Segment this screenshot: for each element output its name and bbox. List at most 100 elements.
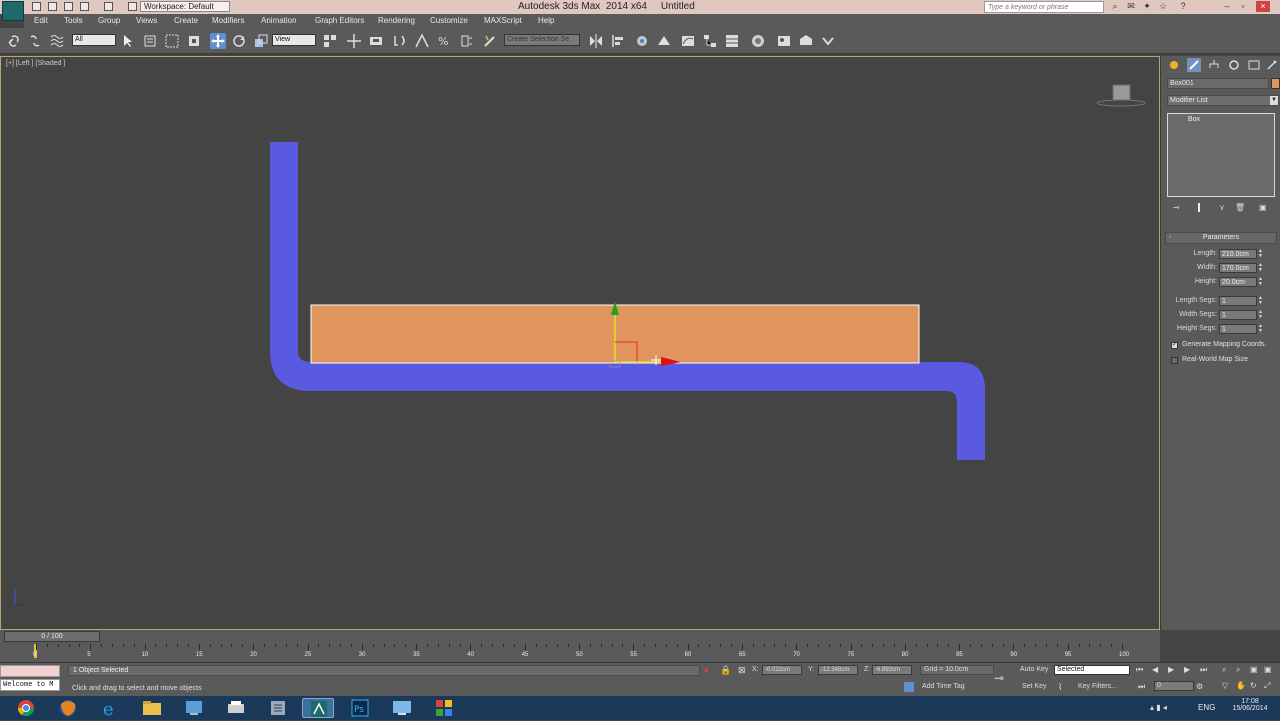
notification-icons[interactable]: ▴ ▮ ◂ [1150,703,1167,712]
object-color-swatch[interactable] [1271,78,1280,89]
printer-icon[interactable] [220,698,252,718]
move-icon[interactable] [210,33,226,49]
manipulate-icon[interactable] [346,33,362,49]
length-segs-spinner-arrows[interactable]: ▲ ▼ [1258,296,1263,306]
menu-animation[interactable]: Animation [261,16,297,25]
create-tab-icon[interactable] [1167,58,1181,72]
time-slider[interactable]: 0 / 100 [0,630,1160,644]
network-icon[interactable] [178,698,210,718]
project-folder-icon[interactable] [128,2,137,11]
zoom-icon[interactable]: ⌕ [1222,665,1226,675]
modifier-stack-item-box[interactable]: Box [1168,114,1274,123]
edit-named-selection-icon[interactable] [482,33,498,49]
height-spinner[interactable]: 20.0cm [1219,277,1257,287]
configure-modifier-sets-icon[interactable]: ▣ [1259,203,1267,212]
close-icon[interactable]: × [1256,1,1270,12]
menu-tools[interactable]: Tools [64,16,83,25]
schematic-view-icon[interactable] [702,33,718,49]
angle-snap-icon[interactable] [414,33,430,49]
add-time-tag[interactable]: Add Time Tag [922,683,965,690]
next-frame-icon[interactable]: ▶ [1184,665,1190,674]
zoom-all-icon[interactable]: ⌕ [1236,665,1240,675]
width-spinner-arrows[interactable]: ▲ ▼ [1258,263,1263,273]
selection-filter-dropdown[interactable]: All [72,34,116,46]
key-filters-button[interactable]: Key Filters... [1078,683,1117,690]
previous-frame-icon[interactable]: ◀ [1152,665,1158,674]
hierarchy-tab-icon[interactable] [1207,58,1221,72]
help-icon[interactable]: ? [1176,1,1190,12]
menu-graph-editors[interactable]: Graph Editors [315,16,364,25]
curve-editor-icon[interactable] [680,33,696,49]
time-configuration-icon[interactable]: ⚙ [1196,682,1203,691]
modifier-list-dropdown[interactable]: Modifier List ▼ [1167,95,1279,106]
language-indicator[interactable]: ENG [1198,703,1215,712]
rotate-icon[interactable] [231,33,247,49]
render-iterative-icon[interactable] [820,33,836,49]
layer-manager-icon[interactable] [634,33,650,49]
link-icon[interactable] [6,33,22,49]
zoom-extents-all-icon[interactable]: ▣ [1264,665,1272,674]
percent-snap-icon[interactable]: % [436,33,452,49]
unlink-icon[interactable] [27,33,43,49]
make-unique-icon[interactable]: ⋎ [1219,203,1225,212]
menu-maxscript[interactable]: MAXScript [484,16,522,25]
bind-space-warp-icon[interactable] [49,33,65,49]
menu-rendering[interactable]: Rendering [378,16,415,25]
select-by-name-icon[interactable] [142,33,158,49]
modify-tab-icon[interactable] [1187,58,1201,72]
length-spinner-arrows[interactable]: ▲ ▼ [1258,249,1263,259]
maximize-viewport-icon[interactable]: ⤢ [1264,681,1270,691]
reference-coordinate-dropdown[interactable]: View [272,34,316,46]
x-coordinate-field[interactable]: -0.022cm [762,665,802,675]
pan-icon[interactable]: ✋ [1236,681,1246,690]
new-file-icon[interactable] [32,2,41,11]
search-input[interactable]: Type a keyword or phrase [984,1,1104,13]
pin-stack-icon[interactable]: ⊸ [1173,203,1180,212]
named-selection-dropdown[interactable]: Create Selection Se [504,34,580,46]
object-name-field[interactable]: Box001 [1167,78,1269,89]
select-object-icon[interactable] [120,33,136,49]
3ds-max-icon[interactable] [302,698,334,718]
render-production-icon[interactable] [798,33,814,49]
generate-mapping-checkbox[interactable]: ✓ [1171,342,1178,349]
graphite-tools-icon[interactable] [656,33,672,49]
height-segs-spinner-arrows[interactable]: ▲ ▼ [1258,324,1263,334]
rendered-frame-icon[interactable] [776,33,792,49]
save-file-icon[interactable] [64,2,73,11]
redo-icon[interactable] [104,2,113,11]
spinner-snap-icon[interactable] [458,33,474,49]
key-icon[interactable]: ⌇ [1058,682,1062,693]
field-of-view-icon[interactable]: ▽ [1222,681,1228,690]
clock[interactable]: 17:08 15/06/2014 [1230,698,1270,712]
material-editor-icon[interactable] [724,33,740,49]
orbit-icon[interactable]: ↻ [1250,681,1257,690]
app-grid-icon[interactable] [428,698,460,718]
width-segs-spinner[interactable]: 1 [1219,310,1257,320]
utilities-tab-icon[interactable] [1265,58,1279,72]
tube-object[interactable] [270,142,985,460]
scale-icon[interactable] [253,33,269,49]
set-key-icon[interactable]: ⊸ [994,671,1004,685]
menu-help[interactable]: Help [538,16,554,25]
control-panel-icon[interactable] [262,698,294,718]
subscription-icon[interactable]: ✉ [1124,1,1138,12]
maximize-icon[interactable]: ▫ [1236,1,1250,12]
favorites-icon[interactable]: ☆ [1156,1,1170,12]
maxscript-listener-top[interactable] [0,665,60,677]
track-bar[interactable]: 0 5 10 15 20 25 30 35 40 45 50 55 60 65 70 75 80 85 90 95 10… [0,644,1160,662]
app-logo-icon[interactable] [2,1,24,21]
snaps-toggle-icon[interactable] [392,33,408,49]
y-coordinate-field[interactable]: -12.348cm [818,665,858,675]
keyboard-shortcut-icon[interactable] [368,33,384,49]
remote-desktop-icon[interactable] [386,698,418,718]
modifier-stack[interactable]: Box [1167,113,1275,197]
menu-views[interactable]: Views [136,16,157,25]
viewport-left[interactable]: [+] [Left ] [Shaded ] [0,56,1160,630]
minimize-icon[interactable]: – [1220,1,1234,12]
display-tab-icon[interactable] [1247,58,1261,72]
go-to-start-icon[interactable]: ⏮ [1136,665,1143,675]
motion-tab-icon[interactable] [1227,58,1241,72]
play-icon[interactable]: ▶ [1168,665,1174,674]
window-crossing-icon[interactable] [186,33,202,49]
menu-modifiers[interactable]: Modifiers [212,16,244,25]
